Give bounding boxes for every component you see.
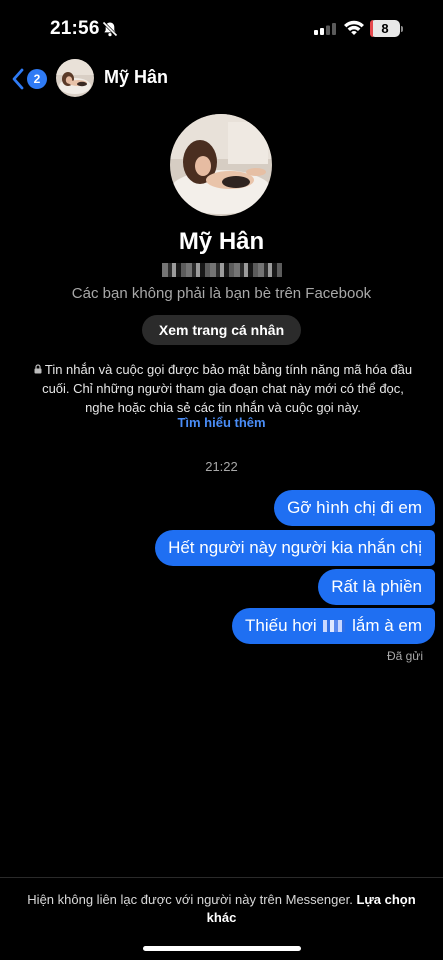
message-timestamp: 21:22 [205, 459, 238, 474]
profile-photo [170, 114, 272, 216]
unread-badge: 2 [27, 69, 47, 89]
encryption-notice-text: Tin nhắn và cuộc gọi được bảo mật bằng t… [42, 362, 413, 415]
message-bubble[interactable]: Gỡ hình chị đi em [274, 490, 435, 526]
back-button[interactable]: 2 [12, 66, 52, 92]
battery-tip [401, 26, 403, 32]
message-bubble[interactable]: Rất là phiền [318, 569, 435, 605]
encryption-notice: Tin nhắn và cuộc gọi được bảo mật bằng t… [28, 360, 418, 417]
wifi-icon [344, 20, 364, 35]
message-text-end: lắm à em [347, 616, 422, 635]
status-time: 21:56 [50, 18, 100, 39]
avatar[interactable] [56, 59, 94, 97]
contact-name[interactable]: Mỹ Hân [104, 67, 168, 88]
battery-level: 8 [381, 21, 389, 36]
home-indicator[interactable] [143, 946, 301, 951]
chat-header: 2 Mỹ Hân [0, 56, 443, 102]
message-bubble[interactable]: Hết người này người kia nhắn chị [155, 530, 435, 566]
unavailable-notice: Hiện không liên lạc được với người này t… [20, 891, 423, 927]
footer-divider [0, 877, 443, 878]
chevron-left-icon [12, 68, 24, 90]
delivery-status: Đã gửi [386, 649, 423, 663]
learn-more-link[interactable]: Tìm hiểu thêm [0, 415, 443, 430]
cellular-signal-icon [314, 23, 336, 35]
unavailable-notice-text: Hiện không liên lạc được với người này t… [27, 892, 357, 907]
redacted-text [162, 263, 282, 277]
profile-name: Mỹ Hân [178, 228, 265, 255]
profile-avatar[interactable] [170, 114, 272, 216]
lock-icon [34, 364, 42, 374]
battery-icon: 8 [370, 20, 400, 37]
view-profile-button[interactable]: Xem trang cá nhân [142, 315, 301, 345]
redacted-word [323, 620, 346, 632]
relationship-note: Các bạn không phải là bạn bè trên Facebo… [71, 285, 372, 302]
message-bubble[interactable]: Thiếu hơi lắm à em [232, 608, 435, 644]
status-bar: 21:56 8 [0, 0, 443, 60]
avatar-photo [56, 59, 94, 97]
message-text-start: Thiếu hơi [245, 616, 322, 635]
bell-off-icon [102, 21, 118, 37]
